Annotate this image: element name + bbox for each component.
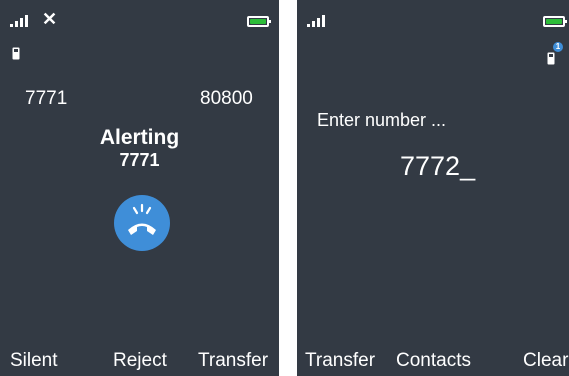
reject-softkey[interactable]: Reject <box>113 350 167 372</box>
battery-icon <box>247 16 271 27</box>
caller-number: 7771 <box>119 150 160 170</box>
alerting-screen: ✕ 7771 80800 Alerting 7771 Silent Reject… <box>0 0 279 376</box>
handset-icon <box>547 52 555 65</box>
transfer-softkey[interactable]: Transfer <box>198 350 268 372</box>
number-input[interactable]: 7772_ <box>400 151 475 182</box>
enter-number-prompt: Enter number ... <box>317 110 447 130</box>
transfer-softkey[interactable]: Transfer <box>305 350 375 372</box>
notification-badge: 1 <box>553 42 563 52</box>
no-signal-x-icon: ✕ <box>42 9 58 29</box>
battery-icon <box>543 16 567 27</box>
handset-icon <box>12 47 20 60</box>
clear-softkey[interactable]: Clear <box>523 350 568 372</box>
input-cursor: _ <box>460 151 476 181</box>
left-number-label: 7771 <box>25 88 68 109</box>
call-state-title: Alerting <box>99 126 180 149</box>
signal-icon <box>10 14 28 27</box>
entered-number: 7772 <box>400 151 461 181</box>
right-number-label: 80800 <box>200 88 253 109</box>
enter-number-screen: 1 Enter number ... 7772_ Transfer Contac… <box>297 0 569 376</box>
contacts-softkey[interactable]: Contacts <box>396 350 471 372</box>
signal-icon <box>307 14 325 27</box>
ringing-handset-icon[interactable] <box>113 194 171 252</box>
silent-softkey[interactable]: Silent <box>10 350 58 372</box>
